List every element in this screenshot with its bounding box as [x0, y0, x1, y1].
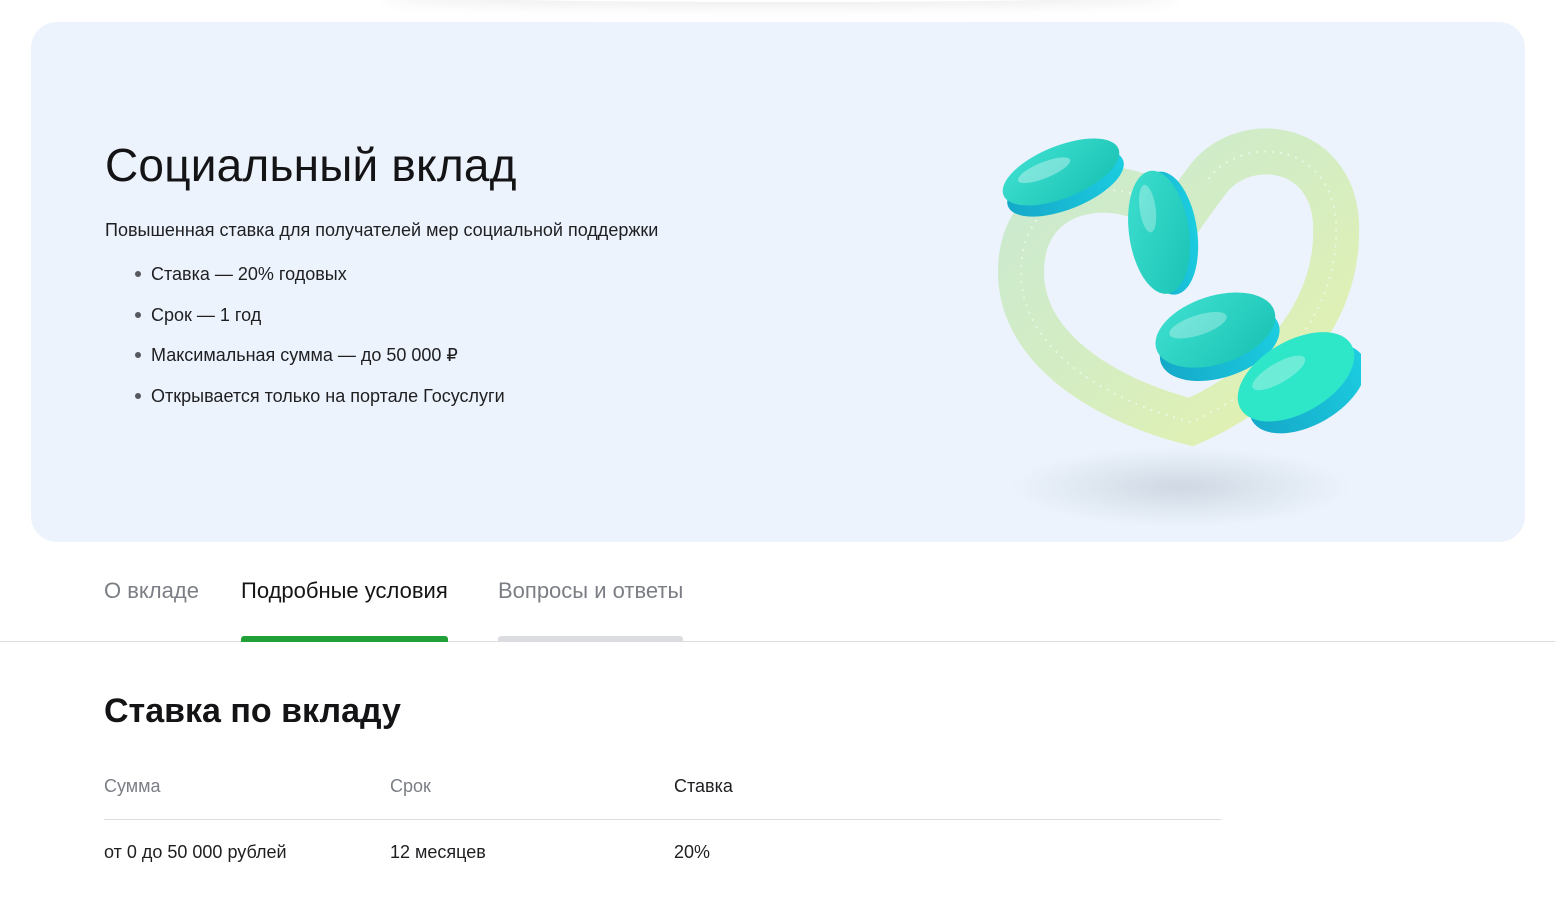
tab-label: Вопросы и ответы: [498, 578, 684, 603]
rate-table: Сумма Срок Ставка от 0 до 50 000 рублей …: [104, 772, 1221, 886]
feature-item: Ставка — 20% годовых: [135, 262, 505, 303]
column-header-amount: Сумма: [104, 776, 161, 796]
hero-subtitle: Повышенная ставка для получателей мер со…: [105, 220, 659, 240]
cell-rate: 20%: [674, 842, 711, 862]
table-row: от 0 до 50 000 рублей 12 месяцев 20%: [104, 820, 1221, 886]
bullet-dot-icon: [135, 271, 141, 277]
header-shadow: [380, 0, 1180, 2]
tab-scroll-indicator: [498, 636, 684, 642]
tab-label: Подробные условия: [241, 578, 448, 603]
column-header-rate: Ставка: [674, 776, 733, 796]
tab-about-deposit[interactable]: О вкладе: [104, 578, 199, 642]
page-title: Социальный вклад: [105, 139, 517, 191]
cell-term: 12 месяцев: [390, 842, 486, 862]
bullet-dot-icon: [135, 311, 141, 318]
tab-bar: О вкладе Подробные условия Вопросы и отв…: [0, 560, 1555, 642]
tab-faq[interactable]: Вопросы и ответы: [498, 578, 684, 642]
tab-detailed-conditions[interactable]: Подробные условия: [241, 578, 448, 642]
feature-item: Срок — 1 год: [135, 303, 505, 344]
hero-feature-list: Ставка — 20% годовых Срок — 1 год Максим…: [135, 262, 505, 424]
feature-text: Срок — 1 год: [151, 304, 262, 325]
column-header-term: Срок: [390, 776, 431, 796]
feature-item: Открывается только на портале Госуслуги: [135, 384, 505, 425]
feature-item: Максимальная сумма — до 50 000 ₽: [135, 343, 505, 384]
table-header-row: Сумма Срок Ставка: [104, 772, 1221, 820]
bullet-dot-icon: [135, 352, 141, 358]
tab-label: О вкладе: [104, 578, 199, 603]
feature-text: Максимальная сумма — до 50 000 ₽: [151, 345, 458, 365]
bullet-dot-icon: [135, 392, 141, 399]
feature-text: Ставка — 20% годовых: [151, 264, 347, 284]
feature-text: Открывается только на портале Госуслуги: [151, 385, 505, 406]
active-tab-indicator: [241, 636, 448, 642]
rate-section-title: Ставка по вкладу: [104, 692, 401, 730]
cell-amount: от 0 до 50 000 рублей: [104, 842, 287, 862]
heart-coins-illustration: [997, 128, 1361, 527]
hero-banner: Социальный вклад Повышенная ставка для п…: [31, 22, 1525, 542]
